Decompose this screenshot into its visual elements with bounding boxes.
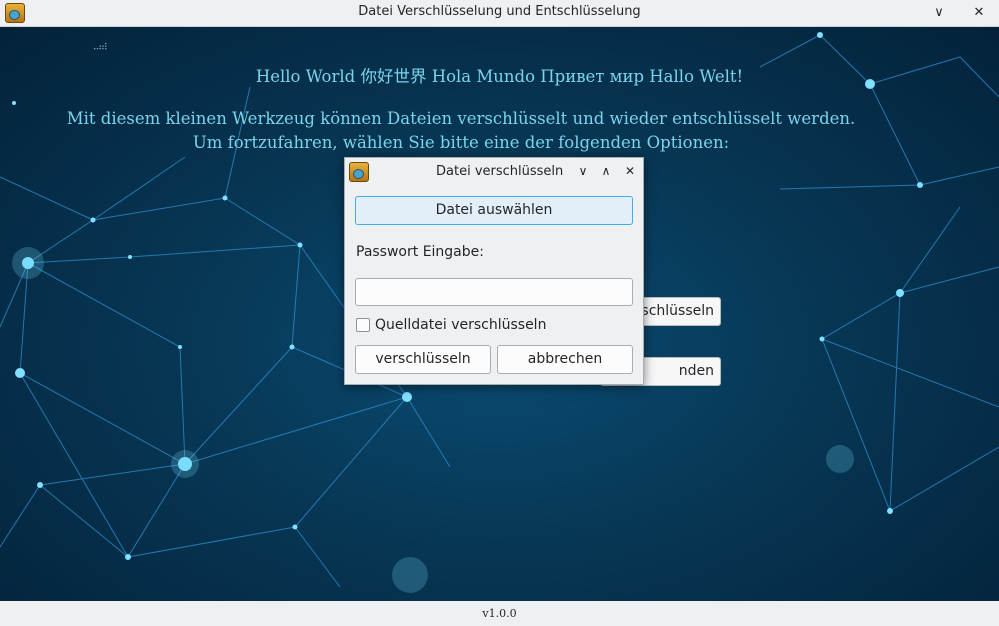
encrypt-dialog: Datei verschlüsseln ∨ ∧ ✕ Datei auswähle… (344, 157, 644, 385)
select-file-button[interactable]: Datei auswählen (355, 196, 633, 225)
headline: Hello World 你好世界 Hola Mundo Привет мир H… (255, 67, 744, 86)
dialog-close-button[interactable]: ✕ (620, 161, 640, 181)
grip-icon: ⠠⠴⠾ (90, 43, 108, 53)
window-title: Datei Verschlüsselung und Entschlüsselun… (358, 4, 641, 19)
source-file-checkbox[interactable] (356, 318, 370, 332)
dialog-title: Datei verschlüsseln (436, 164, 564, 179)
decrypt-option-label: schlüsseln (641, 303, 714, 319)
password-label: Passwort Eingabe: (356, 244, 484, 260)
cancel-button[interactable]: abbrechen (497, 345, 633, 374)
exit-option-label: nden (678, 363, 714, 379)
description-line-2: Um fortzufahren, wählen Sie bitte eine d… (192, 133, 730, 152)
minimize-button[interactable]: ∨ (928, 2, 950, 24)
title-bar: Datei Verschlüsselung und Entschlüsselun… (0, 0, 999, 27)
dialog-maximize-button[interactable]: ∧ (596, 161, 616, 181)
dialog-title-bar: Datei verschlüsseln ∨ ∧ ✕ (345, 158, 643, 185)
encrypt-button[interactable]: verschlüsseln (355, 345, 491, 374)
description-line-1: Mit diesem kleinen Werkzeug können Datei… (66, 109, 856, 128)
close-button[interactable]: ✕ (968, 2, 990, 24)
source-file-checkbox-label[interactable]: Quelldatei verschlüsseln (375, 317, 546, 333)
version-label: v1.0.0 (482, 607, 517, 620)
status-bar: v1.0.0 (0, 601, 999, 626)
lock-file-icon (349, 162, 369, 182)
dialog-minimize-button[interactable]: ∨ (573, 161, 593, 181)
password-input[interactable] (355, 278, 633, 306)
